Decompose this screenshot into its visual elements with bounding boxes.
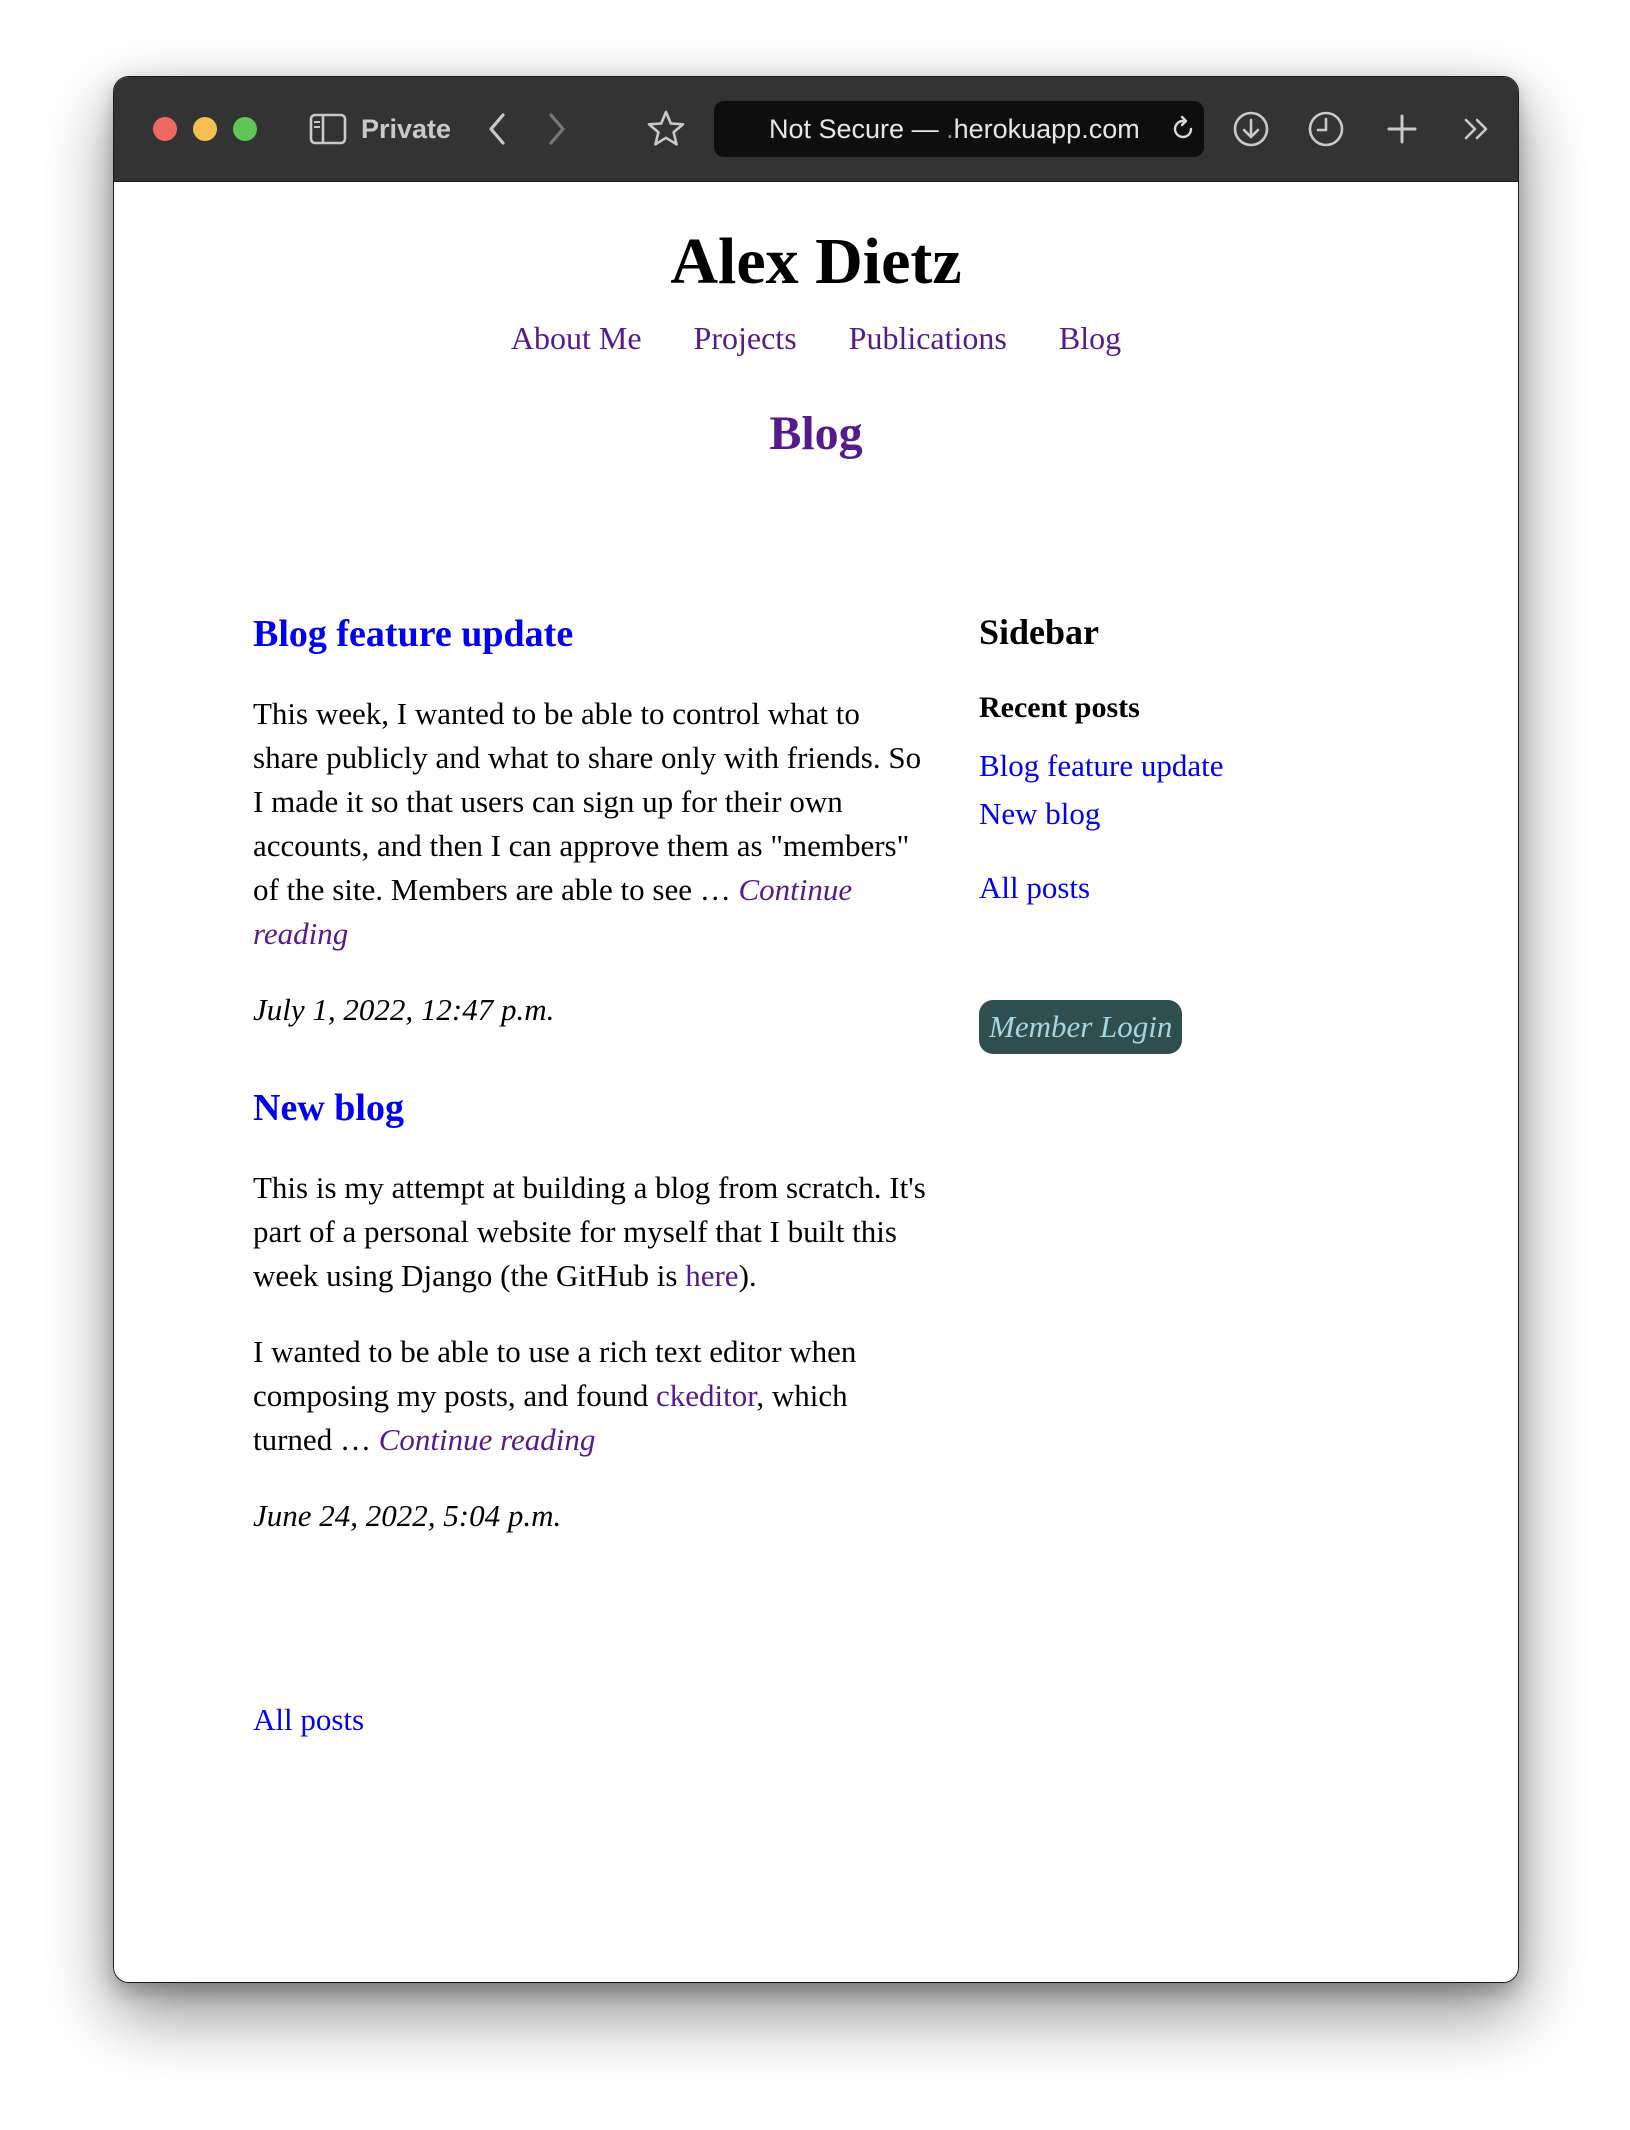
page-content: Alex Dietz About Me Projects Publication… — [114, 182, 1518, 1982]
minimize-window-button[interactable] — [193, 117, 217, 141]
history-clock-icon[interactable] — [1306, 109, 1346, 149]
browser-toolbar: Private Not Secure — .herokuapp.com — [114, 77, 1518, 182]
post-excerpt-paragraph: This is my attempt at building a blog fr… — [253, 1166, 933, 1298]
recent-posts-list: Blog feature update New blog — [979, 742, 1379, 838]
post-title-link[interactable]: Blog feature update — [253, 610, 573, 658]
close-window-button[interactable] — [153, 117, 177, 141]
nav-link-about-me[interactable]: About Me — [511, 320, 642, 356]
ckeditor-link[interactable]: ckeditor — [656, 1378, 756, 1413]
post-list: Blog feature update This week, I wanted … — [253, 610, 933, 1538]
post-date: July 1, 2022, 12:47 p.m. — [253, 992, 555, 1027]
post-excerpt: This week, I wanted to be able to contro… — [253, 692, 933, 956]
reload-icon[interactable] — [1167, 113, 1199, 145]
post-excerpt-paragraph: I wanted to be able to use a rich text e… — [253, 1330, 933, 1462]
private-mode-label: Private — [361, 114, 452, 144]
screen: Private Not Secure — .herokuapp.com Alex… — [0, 0, 1630, 2130]
post-title-link[interactable]: New blog — [253, 1084, 404, 1132]
post-text: ). — [738, 1258, 757, 1293]
sidebar-all-posts-link[interactable]: All posts — [979, 864, 1379, 912]
bookmark-star-icon[interactable] — [644, 107, 688, 151]
post-item: Blog feature update This week, I wanted … — [253, 610, 933, 1032]
github-here-link[interactable]: here — [685, 1258, 738, 1293]
nav-link-projects[interactable]: Projects — [694, 320, 797, 356]
address-domain: herokuapp.com — [953, 114, 1140, 144]
address-text: Not Secure — .herokuapp.com — [769, 101, 1140, 157]
site-nav: About Me Projects Publications Blog — [114, 318, 1518, 358]
new-tab-plus-icon[interactable] — [1382, 109, 1422, 149]
address-security-label: Not Secure — — [769, 114, 947, 144]
zoom-window-button[interactable] — [233, 117, 257, 141]
page-heading: Blog — [769, 407, 863, 460]
site-title: Alex Dietz — [670, 225, 962, 298]
sidebar-heading: Sidebar — [979, 612, 1100, 652]
recent-post-link[interactable]: Blog feature update — [979, 742, 1379, 790]
post-text: This is my attempt at building a blog fr… — [253, 1170, 926, 1293]
nav-link-publications[interactable]: Publications — [849, 320, 1007, 356]
back-arrow-icon[interactable] — [482, 109, 512, 149]
more-chevrons-icon[interactable] — [1457, 109, 1497, 149]
forward-arrow-icon[interactable] — [542, 109, 572, 149]
download-icon[interactable] — [1231, 109, 1271, 149]
nav-link-blog[interactable]: Blog — [1059, 320, 1121, 356]
address-domain-prefix: . — [946, 114, 954, 144]
address-bar[interactable]: Not Secure — .herokuapp.com — [714, 101, 1204, 157]
sidebar-toggle-icon[interactable] — [308, 112, 348, 146]
post-date: June 24, 2022, 5:04 p.m. — [253, 1498, 562, 1533]
all-posts-link[interactable]: All posts — [253, 1698, 364, 1742]
member-login-button[interactable]: Member Login — [979, 1000, 1183, 1054]
browser-window: Private Not Secure — .herokuapp.com Alex… — [113, 76, 1519, 1983]
sidebar: Sidebar Recent posts Blog feature update… — [979, 610, 1379, 1054]
recent-posts-heading: Recent posts — [979, 691, 1140, 724]
continue-reading-link[interactable]: Continue reading — [379, 1422, 596, 1457]
recent-post-link[interactable]: New blog — [979, 790, 1379, 838]
post-item: New blog This is my attempt at building … — [253, 1084, 933, 1538]
